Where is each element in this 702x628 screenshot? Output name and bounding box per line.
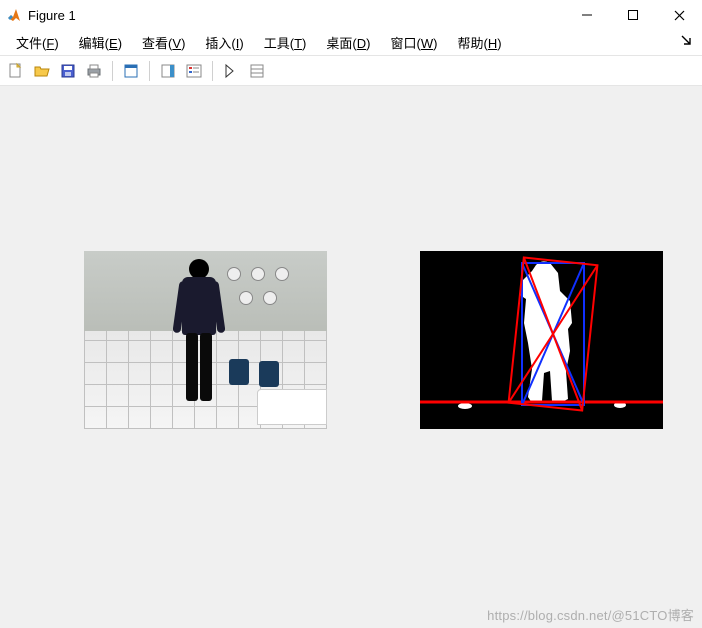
legend-button[interactable]	[182, 59, 206, 83]
window-title: Figure 1	[28, 8, 564, 23]
segmentation-view	[420, 251, 663, 429]
figure-window: Figure 1 文件(F) 编辑(E) 查看(V) 插入(I) 工具(T) 桌…	[0, 0, 702, 628]
matlab-icon	[6, 7, 22, 23]
menu-file[interactable]: 文件(F)	[6, 31, 69, 54]
bench	[257, 389, 327, 425]
save-button[interactable]	[56, 59, 80, 83]
menu-desktop[interactable]: 桌面(D)	[316, 31, 380, 54]
window-controls	[564, 0, 702, 30]
device	[229, 359, 249, 385]
menu-bar: 文件(F) 编辑(E) 查看(V) 插入(I) 工具(T) 桌面(D) 窗口(W…	[0, 30, 702, 56]
device	[259, 361, 279, 387]
open-file-button[interactable]	[30, 59, 54, 83]
toolbar	[0, 56, 702, 86]
new-figure-button[interactable]	[4, 59, 28, 83]
subplot-2-mask[interactable]	[420, 251, 663, 429]
colorbar-button[interactable]	[156, 59, 180, 83]
menu-view[interactable]: 查看(V)	[132, 31, 195, 54]
menu-insert[interactable]: 插入(I)	[195, 31, 253, 54]
undock-icon[interactable]	[680, 34, 696, 50]
figure-canvas[interactable]	[0, 86, 702, 628]
edit-plot-button[interactable]	[219, 59, 243, 83]
menu-window[interactable]: 窗口(W)	[380, 31, 447, 54]
camera-frame	[84, 251, 327, 429]
subplot-1-camera[interactable]	[84, 251, 327, 429]
toolbar-separator	[149, 61, 150, 81]
menu-edit[interactable]: 编辑(E)	[69, 31, 132, 54]
property-inspector-button[interactable]	[245, 59, 269, 83]
person-silhouette	[174, 259, 224, 404]
toolbar-separator	[112, 61, 113, 81]
menu-tools[interactable]: 工具(T)	[254, 31, 317, 54]
print-button[interactable]	[82, 59, 106, 83]
link-plot-button[interactable]	[119, 59, 143, 83]
minimize-button[interactable]	[564, 0, 610, 30]
maximize-button[interactable]	[610, 0, 656, 30]
toolbar-separator	[212, 61, 213, 81]
watermark-text: https://blog.csdn.net/@51CTO博客	[487, 605, 694, 624]
menu-help[interactable]: 帮助(H)	[447, 31, 511, 54]
close-button[interactable]	[656, 0, 702, 30]
title-bar: Figure 1	[0, 0, 702, 30]
lab-equipment	[221, 263, 321, 343]
